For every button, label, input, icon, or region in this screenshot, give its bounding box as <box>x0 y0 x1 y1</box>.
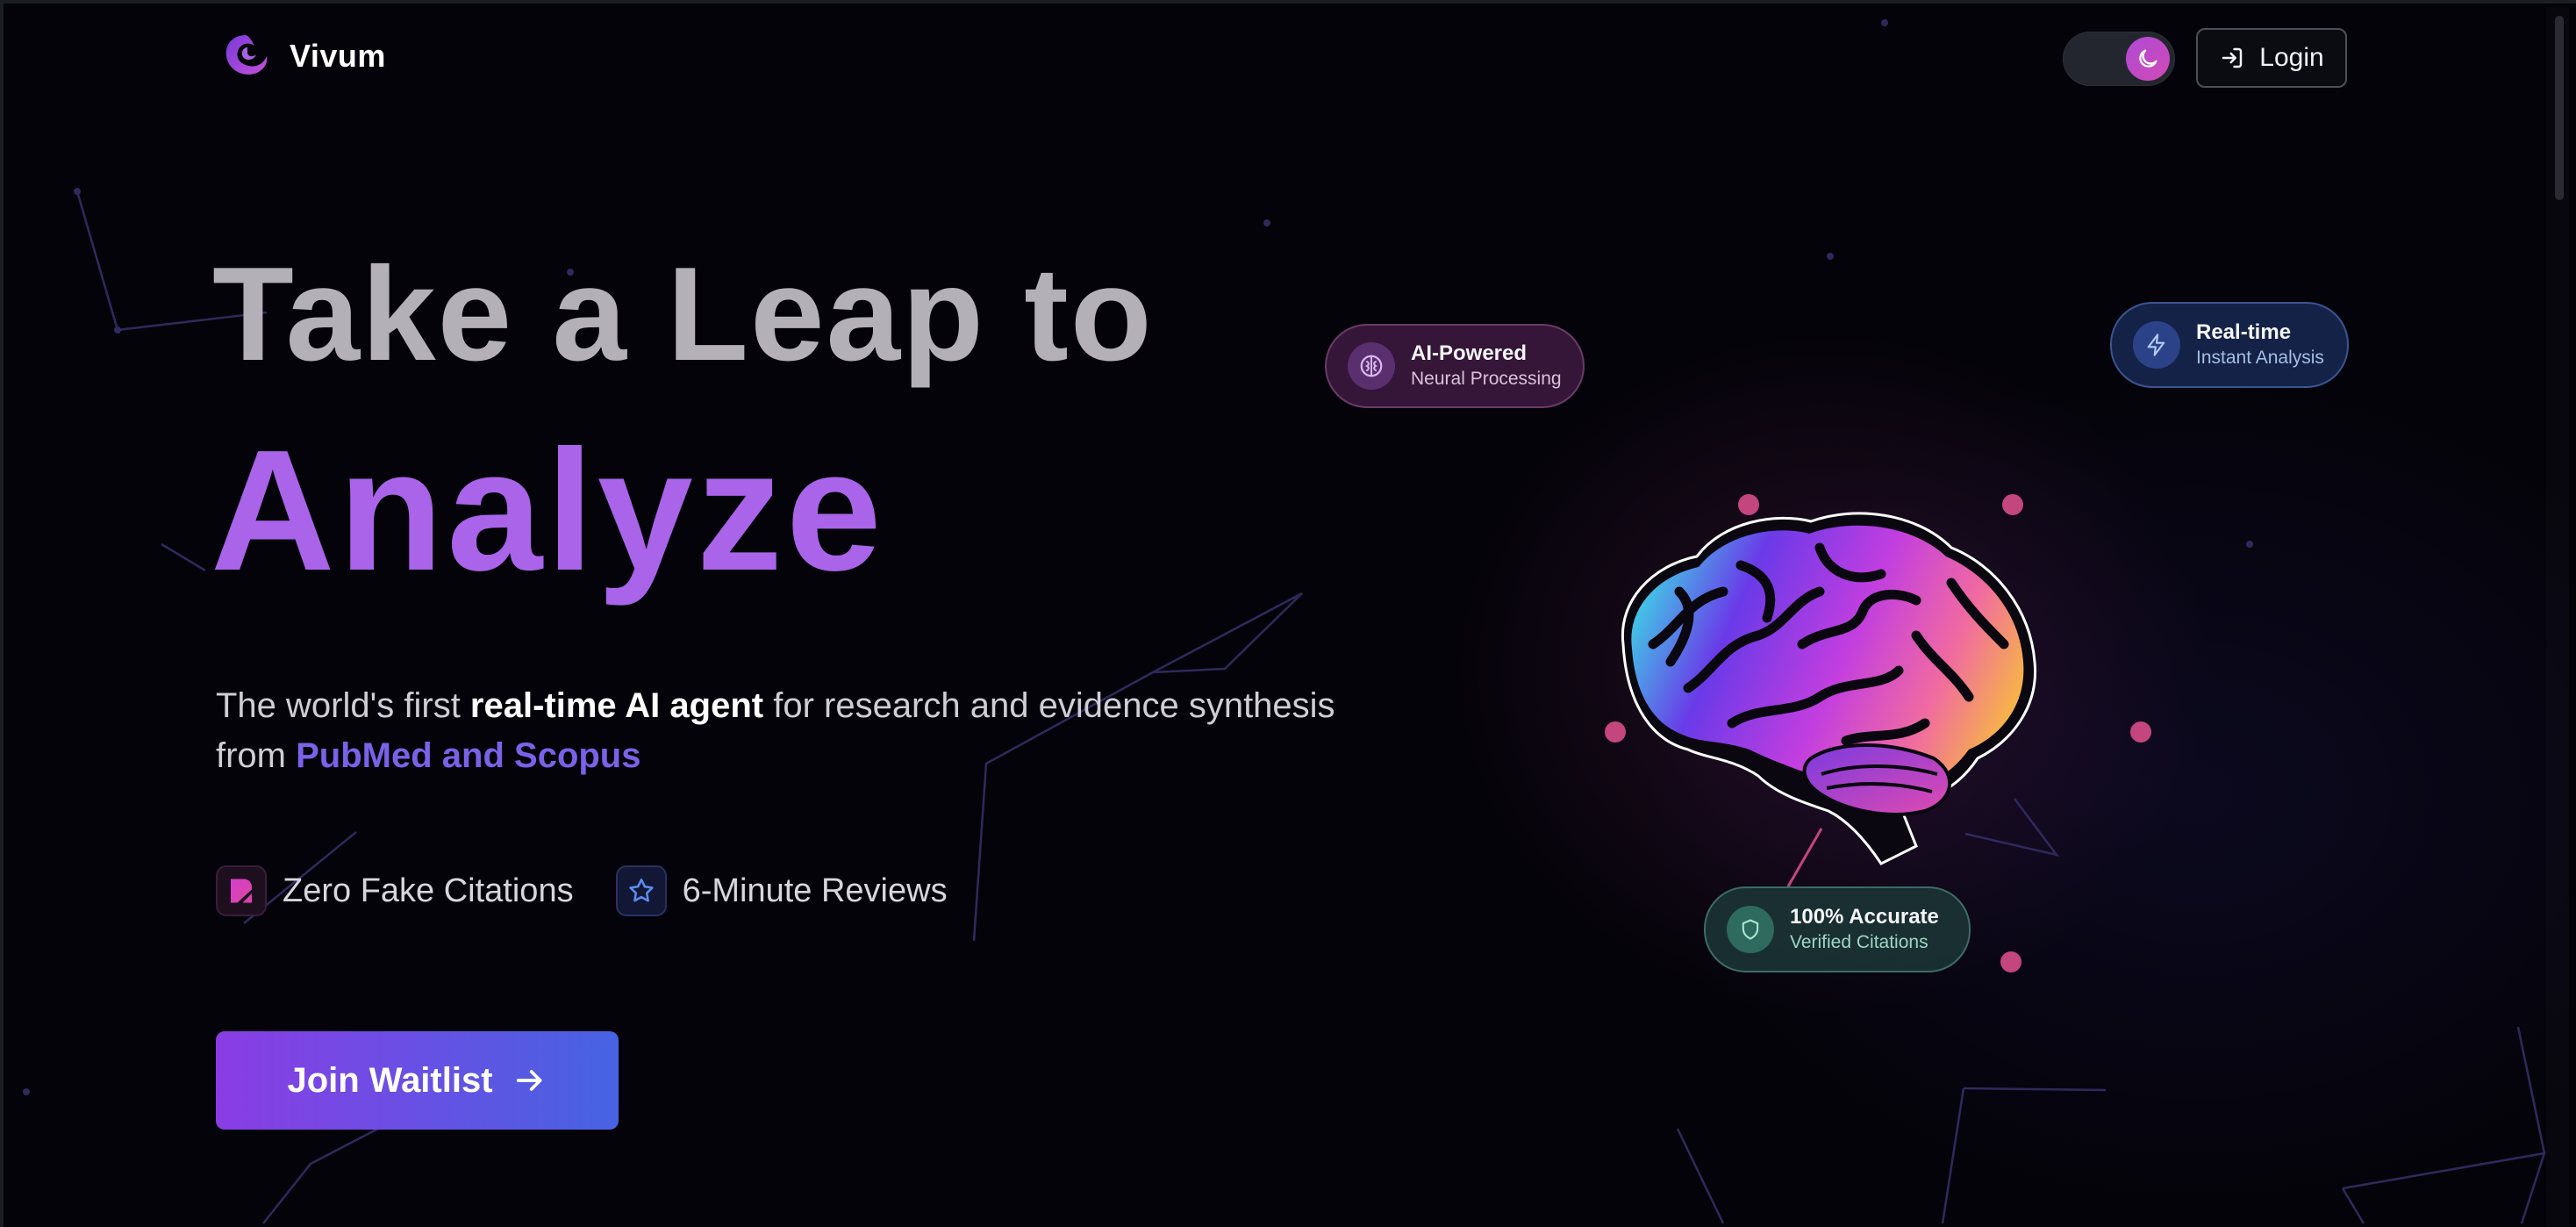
badge-subtitle: Neural Processing <box>1411 369 1562 389</box>
join-waitlist-label: Join Waitlist <box>287 1060 493 1100</box>
join-waitlist-button[interactable]: Join Waitlist <box>216 1031 619 1130</box>
subtitle-bold: real-time AI agent <box>469 686 764 725</box>
feature-label: 6-Minute Reviews <box>682 872 948 909</box>
node-dot <box>2000 951 2021 972</box>
node-dot <box>1605 721 1626 743</box>
scrollbar-thumb[interactable] <box>2555 16 2564 200</box>
badge-subtitle: Instant Analysis <box>2196 348 2324 368</box>
landing-page: Vivum Login Take a Leap to Analyze The w… <box>4 4 2569 1227</box>
brand-name: Vivum <box>290 38 386 74</box>
brain-illustration <box>1621 512 2037 865</box>
citation-icon <box>216 865 267 916</box>
feature-item: 6-Minute Reviews <box>615 865 948 916</box>
badge-title: 100% Accurate <box>1790 905 1939 929</box>
subtitle-highlight: PubMed and Scopus <box>296 736 641 775</box>
node-dot <box>2002 494 2023 515</box>
moon-icon <box>2139 49 2157 68</box>
ai-powered-badge: AI-Powered Neural Processing <box>1325 324 1585 408</box>
badge-subtitle: Verified Citations <box>1790 932 1928 952</box>
page-scrollbar[interactable] <box>2546 7 2569 1227</box>
login-label: Login <box>2259 43 2324 72</box>
hero-headline: Take a Leap to <box>212 240 1154 389</box>
subtitle-text-1: The world's first <box>216 686 470 725</box>
shield-icon <box>1727 906 1774 953</box>
toggle-knob <box>2126 37 2170 81</box>
badge-title: Real-time <box>2196 320 2292 344</box>
theme-toggle[interactable] <box>2063 32 2175 86</box>
star-icon <box>615 865 667 916</box>
feature-item: Zero Fake Citations <box>216 865 574 916</box>
arrow-right-icon <box>516 1070 542 1091</box>
node-dot <box>2130 721 2151 743</box>
brand-logo[interactable]: Vivum <box>219 30 386 83</box>
lightning-icon <box>2133 321 2180 369</box>
connector-line <box>1786 828 1823 887</box>
hero-subtitle: The world's first real-time AI agent for… <box>216 681 1339 781</box>
login-button[interactable]: Login <box>2196 28 2347 88</box>
real-time-badge: Real-time Instant Analysis <box>2110 302 2349 388</box>
node-dot <box>1738 494 1759 515</box>
hero-headline-accent: Analyze <box>211 414 885 606</box>
accuracy-badge: 100% Accurate Verified Citations <box>1704 886 1971 972</box>
brain-icon <box>1348 342 1395 390</box>
vivum-logo-icon <box>225 35 268 75</box>
feature-label: Zero Fake Citations <box>283 872 574 909</box>
badge-title: AI-Powered <box>1411 341 1528 365</box>
login-icon <box>2222 47 2243 68</box>
feature-list: Zero Fake Citations 6-Minute Reviews <box>216 865 948 916</box>
